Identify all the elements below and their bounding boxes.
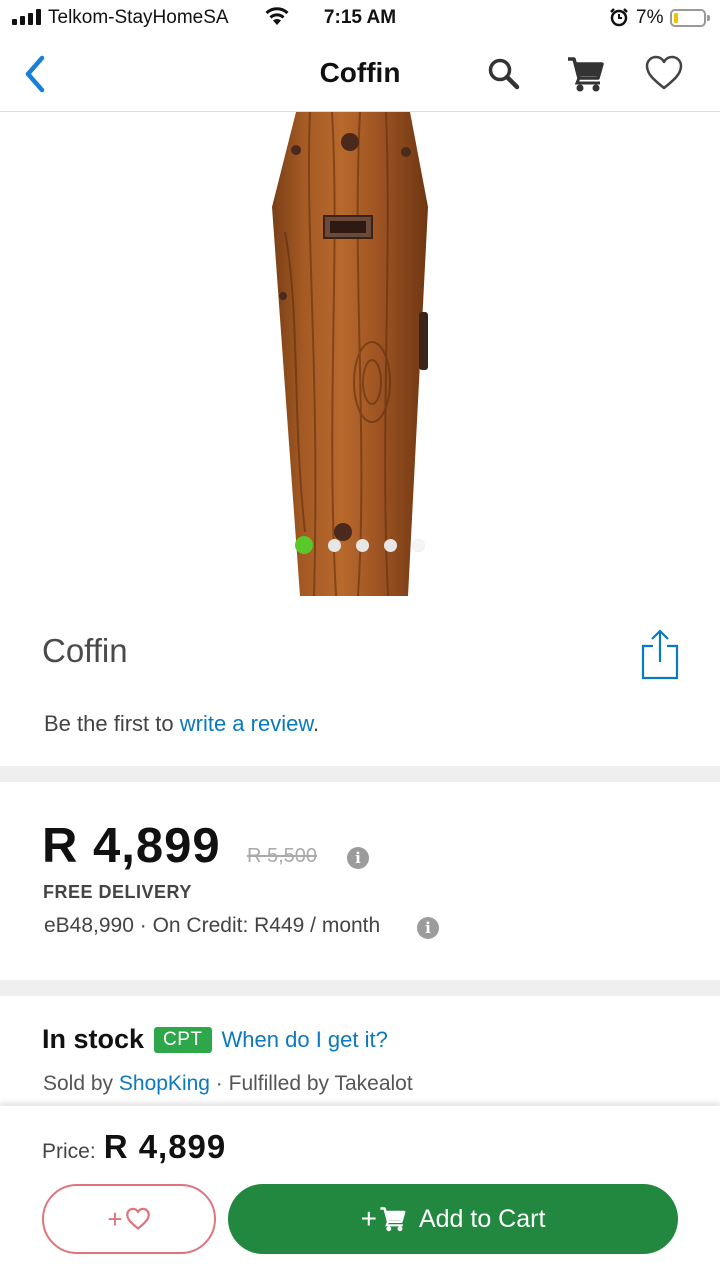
section-divider — [0, 766, 720, 782]
status-bar: Telkom-StayHomeSA 7:15 AM 7% — [0, 0, 720, 36]
share-icon — [641, 629, 679, 680]
stock-status: In stock — [42, 1024, 145, 1054]
section-divider — [0, 980, 720, 996]
cart-icon — [568, 57, 604, 92]
cart-button[interactable] — [566, 54, 606, 99]
credit-terms: eB48,990 · On Credit: R449 / month — [44, 914, 381, 937]
cart-icon — [380, 1207, 406, 1232]
nav-bar: Coffin — [0, 36, 720, 112]
sold-by-prefix: Sold by — [43, 1072, 119, 1095]
stock-row: In stock CPT When do I get it? — [42, 1024, 388, 1055]
info-icon[interactable]: i — [417, 917, 439, 939]
alarm-icon — [609, 7, 629, 33]
wishlist-button[interactable] — [644, 54, 684, 97]
plus-sign: + — [107, 1203, 123, 1234]
price-value: R 4,899 — [103, 1128, 227, 1165]
pagination-dot[interactable] — [328, 538, 341, 552]
bottom-price: Price: R 4,899 — [42, 1128, 226, 1166]
product-image-gallery[interactable] — [0, 112, 720, 596]
search-button[interactable] — [486, 56, 522, 97]
location-badge: CPT — [154, 1026, 212, 1053]
add-to-cart-label: Add to Cart — [418, 1204, 546, 1233]
fulfilled-by: · Fulfilled by Takealot — [209, 1072, 413, 1095]
gallery-pagination — [0, 536, 720, 554]
search-icon — [488, 58, 520, 90]
pagination-dot[interactable] — [356, 538, 369, 552]
heart-icon — [645, 55, 683, 90]
seller-info: Sold by ShopKing · Fulfilled by Takealot — [43, 1072, 413, 1096]
free-delivery-label: FREE DELIVERY — [43, 882, 192, 902]
review-suffix: . — [313, 711, 320, 736]
write-review-link[interactable]: write a review — [180, 711, 313, 736]
price-label: Price: — [42, 1140, 96, 1163]
seller-link[interactable]: ShopKing — [119, 1072, 210, 1095]
page-title: Coffin — [319, 57, 401, 88]
battery-icon — [670, 9, 710, 27]
share-button[interactable] — [640, 628, 680, 685]
add-to-cart-button[interactable]: + Add to Cart — [228, 1184, 678, 1254]
pagination-dot[interactable] — [295, 536, 313, 554]
pagination-dot[interactable] — [412, 538, 425, 552]
product-title: Coffin — [42, 632, 128, 669]
add-to-wishlist-button[interactable]: + — [42, 1184, 216, 1254]
product-image — [272, 112, 428, 596]
original-price: R 5,500 — [247, 845, 318, 867]
bottom-action-bar: Price: R 4,899 + + Add to Cart — [0, 1106, 720, 1280]
heart-icon — [125, 1207, 150, 1230]
info-icon[interactable]: i — [347, 847, 369, 869]
delivery-estimate-link[interactable]: When do I get it? — [222, 1027, 388, 1053]
review-prefix: Be the first to — [44, 711, 180, 736]
product-price: R 4,899 — [42, 819, 221, 873]
pagination-dot[interactable] — [384, 538, 397, 552]
battery-percent: 7% — [636, 7, 664, 28]
plus-sign: + — [360, 1203, 377, 1234]
review-prompt: Be the first to write a review. — [44, 711, 319, 737]
